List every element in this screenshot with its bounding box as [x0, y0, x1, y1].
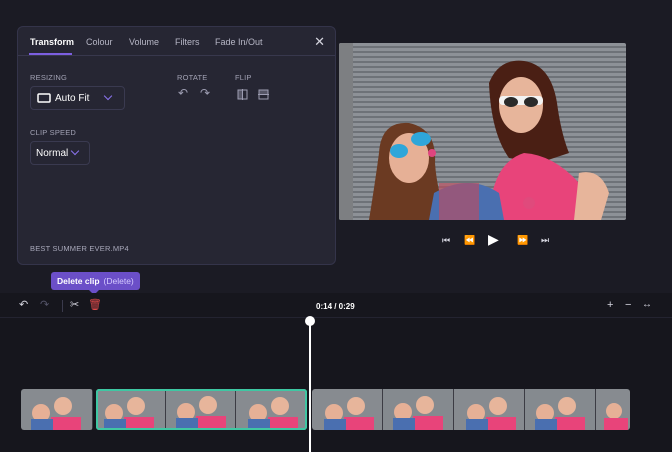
resizing-select[interactable]: Auto Fit	[30, 86, 125, 110]
clip-thumbnail	[236, 389, 307, 430]
rotate-left-icon[interactable]: ↶	[178, 87, 188, 99]
resizing-value: Auto Fit	[55, 92, 90, 104]
close-icon[interactable]: ✕	[314, 35, 325, 48]
tab-volume[interactable]: Volume	[129, 37, 159, 47]
split-icon[interactable]: ✂	[70, 300, 79, 311]
clip-thumbnail	[96, 389, 166, 430]
tab-colour[interactable]: Colour	[86, 37, 113, 47]
clip-speed-select[interactable]: Normal	[30, 141, 90, 165]
rotate-label: ROTATE	[177, 73, 208, 82]
timecode: 0:14 / 0:29	[316, 302, 355, 311]
timeline-toolbar: ↶ ↷ ✂ 🗑 0:14 / 0:29 + − ↔	[0, 293, 672, 318]
clip-filename: BEST SUMMER EVER.MP4	[30, 244, 129, 253]
timeline-clip[interactable]	[21, 389, 93, 430]
skip-to-start-icon[interactable]: ⏮	[442, 236, 450, 245]
clip-thumbnail	[383, 389, 454, 430]
timeline-clip[interactable]	[312, 389, 630, 430]
tooltip-label: Delete clip	[57, 276, 100, 286]
flip-horizontal-icon[interactable]	[237, 89, 248, 100]
clip-thumbnail	[166, 389, 236, 430]
clip-speed-label: CLIP SPEED	[30, 128, 77, 137]
aspect-ratio-icon	[37, 93, 51, 103]
delete-icon[interactable]: 🗑	[88, 300, 102, 311]
tooltip-shortcut: (Delete)	[103, 276, 134, 286]
play-icon[interactable]: ▶	[488, 232, 499, 246]
tab-transform[interactable]: Transform	[30, 37, 74, 47]
rewind-icon[interactable]: ⏪	[464, 236, 475, 245]
playhead-handle[interactable]	[305, 316, 315, 326]
rotate-right-icon[interactable]: ↷	[200, 87, 210, 99]
delete-clip-tooltip: Delete clip (Delete)	[51, 272, 140, 290]
tab-fade-in-out[interactable]: Fade In/Out	[215, 37, 263, 47]
resizing-label: RESIZING	[30, 73, 68, 82]
flip-label: FLIP	[235, 73, 252, 82]
chevron-down-icon	[104, 91, 113, 101]
zoom-in-icon[interactable]: +	[607, 300, 613, 311]
tab-filters[interactable]: Filters	[175, 37, 200, 47]
redo-icon[interactable]: ↷	[40, 300, 49, 311]
fit-to-screen-icon[interactable]: ↔	[642, 300, 652, 310]
video-preview[interactable]	[339, 43, 626, 220]
tab-bar: Transform Colour Volume Filters Fade In/…	[18, 27, 335, 56]
playhead[interactable]	[309, 320, 311, 452]
zoom-out-icon[interactable]: −	[625, 300, 631, 311]
clip-speed-value: Normal	[36, 147, 69, 159]
skip-to-end-icon[interactable]: ⏭	[541, 236, 549, 245]
active-tab-indicator	[29, 53, 72, 55]
flip-vertical-icon[interactable]	[258, 89, 269, 100]
selected-timeline-clip[interactable]	[96, 389, 307, 430]
preview-frame	[339, 43, 626, 220]
clip-thumbnail	[312, 389, 383, 430]
undo-icon[interactable]: ↶	[19, 300, 28, 311]
clip-thumbnail	[21, 389, 93, 430]
properties-panel: Transform Colour Volume Filters Fade In/…	[17, 26, 336, 265]
clip-thumbnail	[525, 389, 596, 430]
clip-thumbnail	[596, 389, 630, 430]
fast-forward-icon[interactable]: ⏩	[517, 236, 528, 245]
toolbar-divider	[62, 300, 63, 312]
clip-thumbnail	[454, 389, 525, 430]
chevron-down-icon	[70, 146, 80, 156]
